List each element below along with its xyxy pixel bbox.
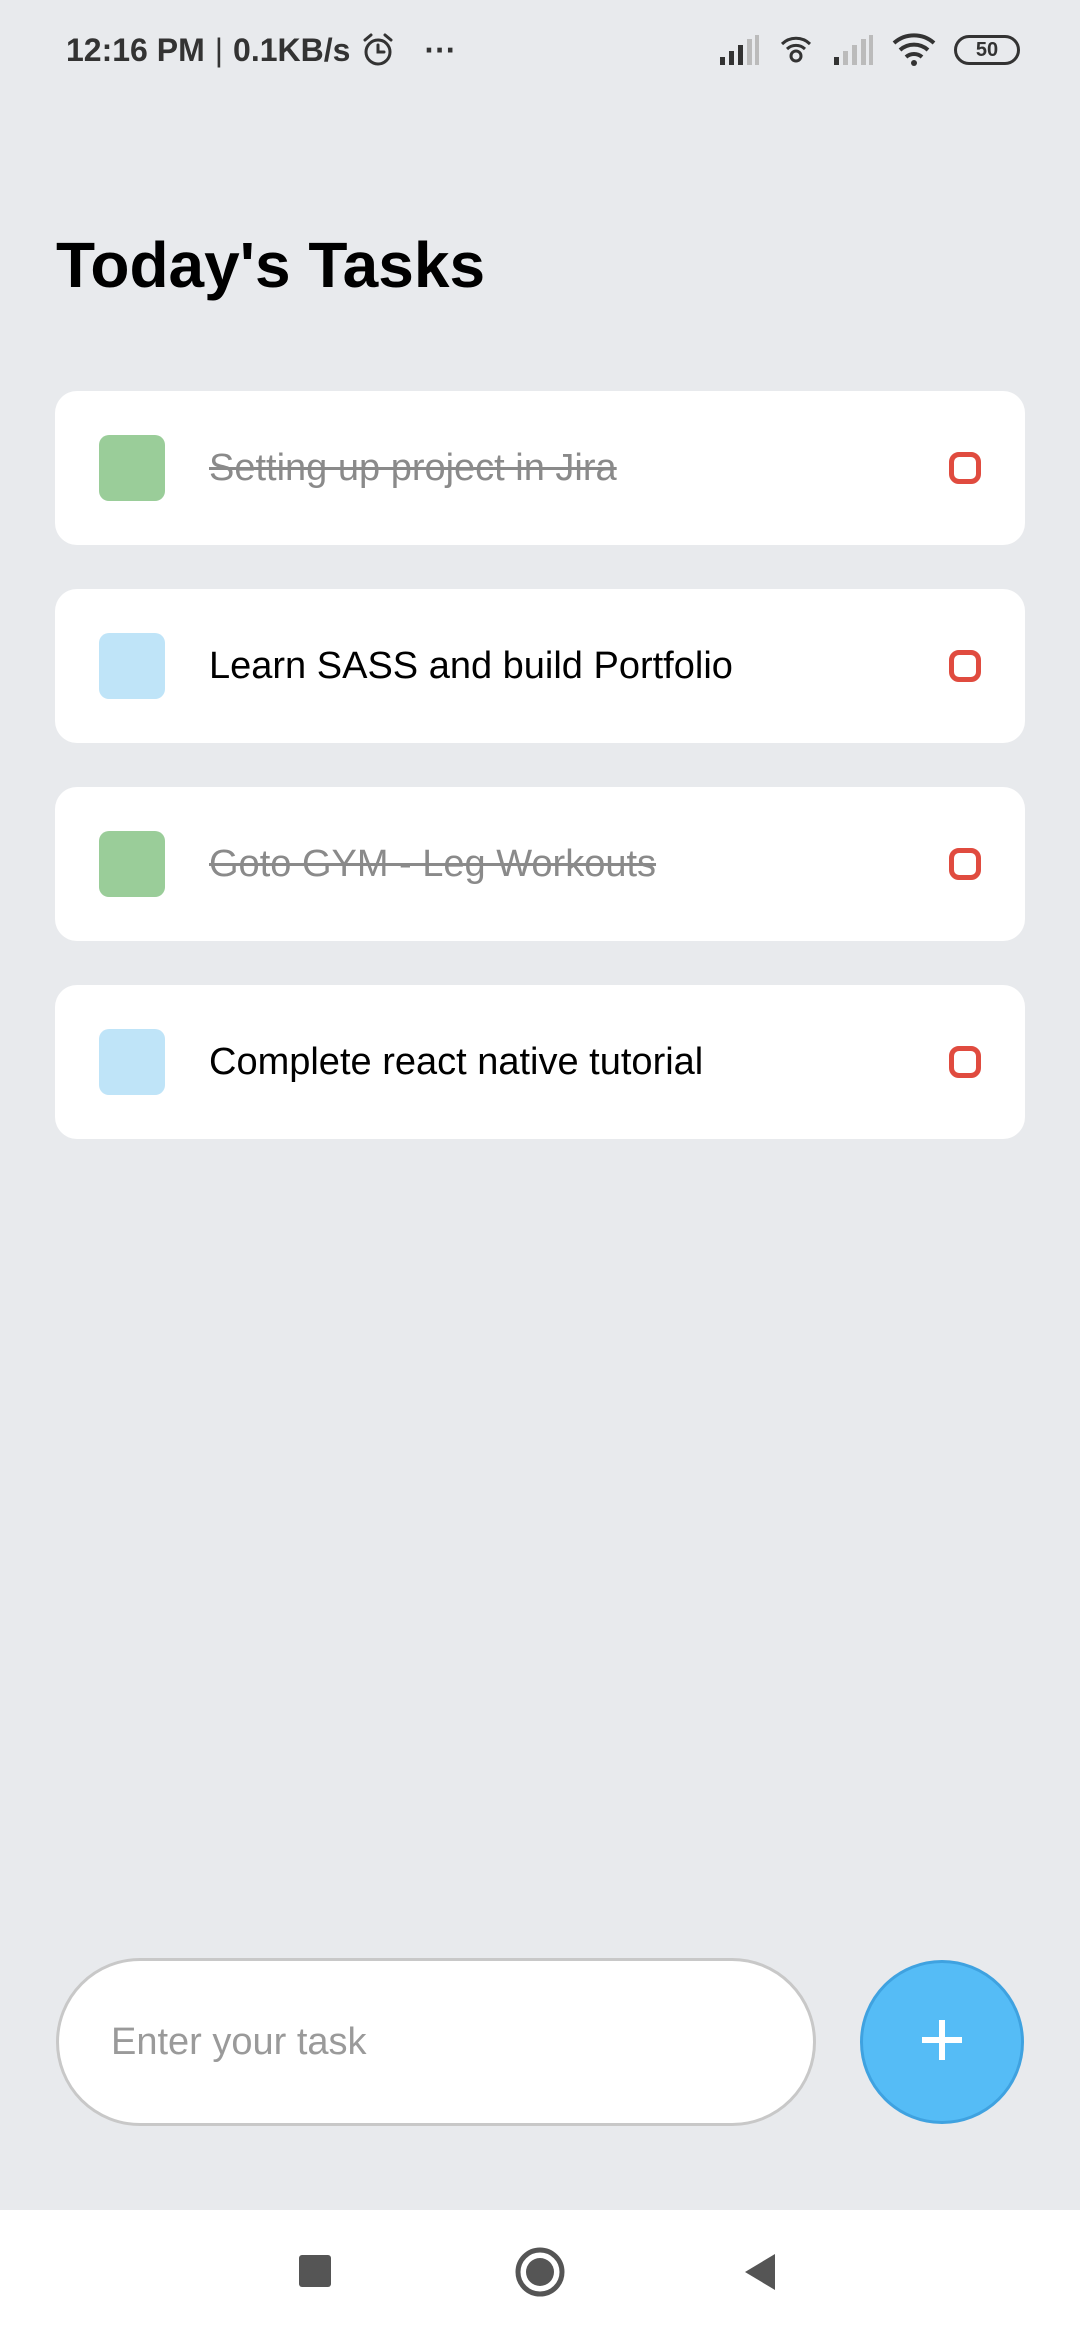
home-button[interactable] (514, 2246, 566, 2303)
task-input-container (56, 1958, 816, 2126)
recents-button[interactable] (297, 2254, 333, 2292)
wifi-icon (892, 33, 936, 67)
triangle-back-icon (743, 2252, 777, 2297)
battery-icon: 50 (954, 35, 1020, 65)
plus-icon (920, 2018, 964, 2067)
task-text: Setting up project in Jira (209, 446, 617, 489)
task-checkbox-square[interactable] (99, 1029, 165, 1095)
task-item[interactable]: Goto GYM - Leg Workouts (55, 787, 1025, 941)
back-button[interactable] (742, 2252, 778, 2297)
task-list: Setting up project in Jira Learn SASS and… (55, 391, 1025, 1183)
task-text: Complete react native tutorial (209, 1040, 704, 1083)
alarm-icon (360, 32, 396, 68)
status-separator: | (214, 31, 224, 68)
signal-icon (718, 35, 760, 65)
status-bar: 12:16 PM | 0.1KB/s ··· 50 (0, 0, 1080, 100)
task-item[interactable]: Setting up project in Jira (55, 391, 1025, 545)
page-title: Today's Tasks (56, 229, 486, 301)
status-right: 50 (718, 32, 1020, 68)
status-left: 12:16 PM | 0.1KB/s ··· (66, 32, 456, 69)
status-speed: 0.1KB/s (233, 31, 351, 68)
task-checkbox-square[interactable] (99, 633, 165, 699)
delete-circle-icon[interactable] (949, 1046, 981, 1078)
status-time: 12:16 PM (66, 31, 205, 68)
task-text: Learn SASS and build Portfolio (209, 644, 733, 687)
delete-circle-icon[interactable] (949, 848, 981, 880)
delete-circle-icon[interactable] (949, 650, 981, 682)
more-dots-icon: ··· (424, 31, 457, 68)
square-icon (299, 2254, 331, 2292)
navigation-bar (0, 2210, 1080, 2340)
delete-circle-icon[interactable] (949, 452, 981, 484)
circle-icon (514, 2246, 566, 2303)
task-checkbox-square[interactable] (99, 435, 165, 501)
task-text: Goto GYM - Leg Workouts (209, 842, 657, 885)
hotspot-icon (778, 32, 814, 68)
screen: 12:16 PM | 0.1KB/s ··· 50 Today's Tasks … (0, 0, 1080, 2340)
task-item[interactable]: Learn SASS and build Portfolio (55, 589, 1025, 743)
battery-level: 50 (975, 38, 999, 61)
task-input[interactable] (111, 2020, 813, 2064)
add-task-button[interactable] (860, 1960, 1024, 2124)
signal-icon-2 (832, 35, 874, 65)
task-checkbox-square[interactable] (99, 831, 165, 897)
task-item[interactable]: Complete react native tutorial (55, 985, 1025, 1139)
